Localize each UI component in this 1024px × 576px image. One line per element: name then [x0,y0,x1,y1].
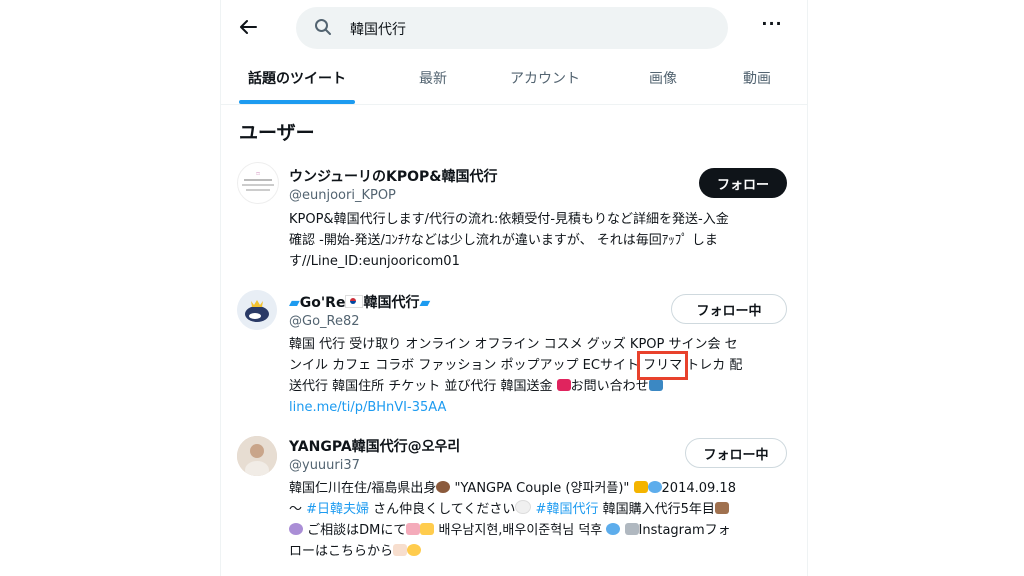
bio-text: 韓国仁川在住/福島県出身 [289,481,437,496]
korea-flag-icon [345,295,364,308]
search-query: 韓国代行 [350,22,406,38]
tab-label: アカウント [510,71,580,87]
hashtag-link[interactable]: #日韓夫婦 [306,502,369,517]
user-bio: 韓国 代行 受け取り オンライン オフライン コスメ グッズ KPOP サイン会… [289,334,789,418]
bio-line: 送代行 韓国住所 チケット 並び代行 韓国送金 お問い合わせ [289,376,789,397]
user-cell[interactable]: ▰Go'Re 韓国代行▰ @Go_Re82 韓国 代行 受け取り オンライン オフ… [221,288,807,415]
bio-line: ンイル カフェ コラボ ファッション ポップアップ ECサイト フリマ トレカ … [289,351,789,380]
bio-text: 〜 [289,502,307,517]
name-text: 韓国代行 [363,295,420,311]
pointing-hand-icon [393,544,408,556]
bio-link-text[interactable]: line.me/ti/p/BHnVI-35AA [289,400,446,415]
bio-text: Instagramフォ [638,523,731,538]
bio-text: 送代行 韓国住所 チケット 並び代行 韓国送金 [289,379,557,394]
user-cell[interactable]: YANGPA韓国代行@오우리 @yuuuri37 韓国仁川在住/福島県出身 "Y… [221,434,807,576]
pray-emoji-icon [420,523,435,535]
following-button[interactable]: フォロー中 [685,438,787,468]
active-tab-indicator [239,100,355,104]
svg-text:ෆ: ෆ [256,170,260,177]
tab-top[interactable]: 話題のツイート [239,56,355,104]
avatar[interactable] [237,290,277,330]
user-display-name[interactable]: YANGPA韓国代行@오우리 [289,436,460,456]
bio-line: ローはこちらから [289,541,789,562]
search-input[interactable]: 韓国代行 [296,7,728,49]
wink-emoji-icon [407,544,422,556]
bio-line: 韓国 代行 受け取り オンライン オフライン コスメ グッズ KPOP サイン会… [289,337,738,352]
tab-latest[interactable]: 最新 [411,56,455,104]
bio-link[interactable]: line.me/ti/p/BHnVI-35AA [289,397,789,418]
love-letter-icon [406,523,421,535]
name-text: Go'Re [299,295,346,311]
link-emoji-icon [624,523,639,535]
user-handle[interactable]: @Go_Re82 [289,314,360,329]
bio-text: ご相談はDMにて [303,523,407,538]
hashtag-link[interactable]: #韓国代行 [536,502,599,517]
bio-line: す//Line_ID:eunjooricom01 [289,254,460,269]
user-bio: KPOP&韓国代行します/代行の流れ:依頼受付-見積もりなど詳細を発送-入金 確… [289,209,789,272]
arrow-emoji-icon [648,379,663,391]
purple-heart-icon [289,523,303,535]
blue-heart-icon [647,481,662,493]
following-button[interactable]: フォロー中 [671,294,787,324]
search-results-panel: 韓国代行 ··· 話題のツイート 最新 アカウント 画像 動画 ユーザー ෆ ウ… [220,0,808,576]
bio-text: トレカ 配 [682,358,743,373]
brown-heart-icon [436,481,451,493]
more-options-icon[interactable]: ··· [761,14,783,40]
avatar[interactable]: ෆ [237,162,279,204]
whale-emoji-icon: ▰ [419,295,431,311]
white-heart-icon [515,500,532,514]
whale-emoji-icon: ▰ [289,295,300,311]
highlighted-keyword: フリマ [637,351,689,380]
bio-text: "YANGPA Couple (양파커플)" [450,481,634,496]
bio-text: お問い合わせ [570,379,649,394]
couple-emoji-icon [633,481,648,493]
bio-text: 2014.09.18 [661,481,736,496]
user-bio: 韓国仁川在住/福島県出身 "YANGPA Couple (양파커플)" 2014… [289,478,789,562]
tab-label: 動画 [743,71,771,87]
tab-label: 画像 [649,71,677,87]
user-display-name[interactable]: ▰Go'Re 韓国代行▰ [289,292,430,312]
blue-heart-icon [606,523,621,535]
bio-text: ローはこちらから [289,544,394,559]
highlight-box [637,351,689,380]
bio-line: 確認 -開始-発送/ｺﾝﾁｹなどは少し流れが違いますが、 それは毎回ｱｯﾌﾟ し… [289,233,718,248]
bio-line: 〜 #日韓夫婦 さん仲良くしてください #韓国代行 韓国購入代行5年目 [289,499,789,520]
bio-line: 韓国仁川在住/福島県出身 "YANGPA Couple (양파커플)" 2014… [289,478,789,499]
avatar[interactable] [237,436,277,476]
tab-videos[interactable]: 動画 [735,56,779,104]
bio-text: 배우남지현,배우이준혁님 덕후 [434,523,607,538]
user-cell[interactable]: ෆ ウンジューリのKPOP&韓国代行 @eunjoori_KPOP KPOP&韓… [221,160,807,270]
tab-label: 最新 [419,71,447,87]
heart-emoji-icon [556,379,571,391]
section-title: ユーザー [239,122,315,144]
bio-text: 韓国購入代行5年目 [598,502,715,517]
user-display-name[interactable]: ウンジューリのKPOP&韓国代行 [289,166,498,186]
bio-text: さん仲良くしてください [369,502,516,517]
tab-photos[interactable]: 画像 [641,56,685,104]
back-arrow-icon[interactable] [237,14,259,40]
bio-line: KPOP&韓国代行します/代行の流れ:依頼受付-見積もりなど詳細を発送-入金 [289,212,729,227]
bio-text: ンイル カフェ コラボ ファッション ポップアップ ECサイト [289,358,644,373]
search-icon [314,18,332,40]
user-handle[interactable]: @eunjoori_KPOP [289,188,396,203]
tab-label: 話題のツイート [248,71,346,87]
tab-accounts[interactable]: アカウント [503,56,587,104]
user-handle[interactable]: @yuuuri37 [289,458,360,473]
search-tabs: 話題のツイート 最新 アカウント 画像 動画 [221,56,807,105]
bio-line: ご相談はDMにて 배우남지현,배우이준혁님 덕후 Instagramフォ [289,520,789,541]
follow-button[interactable]: フォロー [699,168,787,198]
package-emoji-icon [714,502,729,514]
